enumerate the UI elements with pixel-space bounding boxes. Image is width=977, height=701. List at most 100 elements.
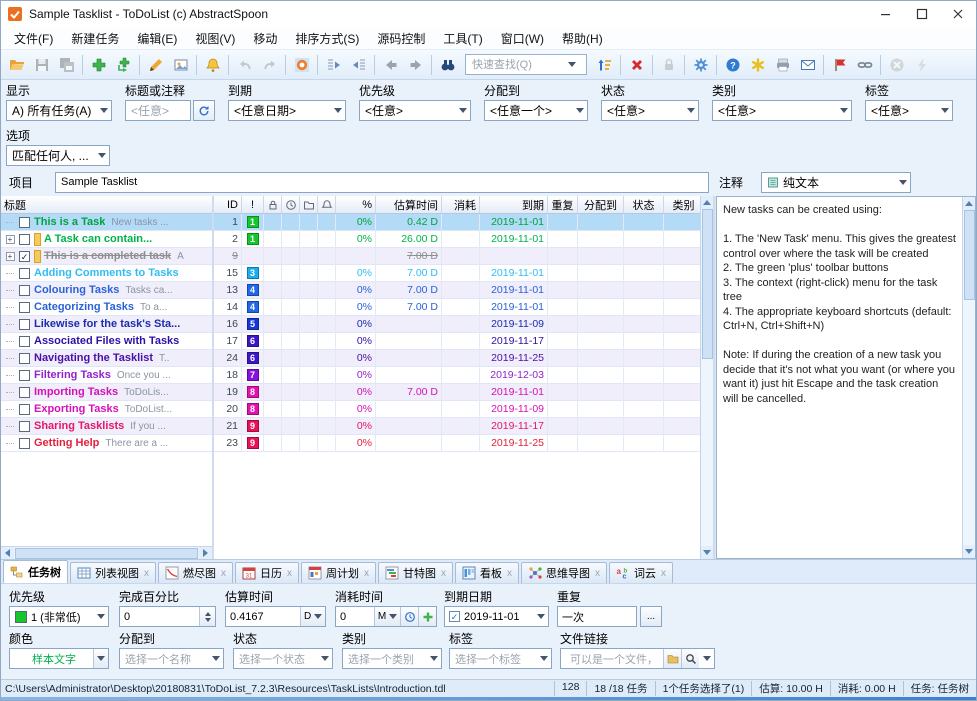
task-grid-row[interactable]: 1340%7.00 D2019-11-01 xyxy=(214,282,713,299)
category-combo[interactable]: 选择一个类别 xyxy=(342,648,442,669)
quick-find-input[interactable] xyxy=(470,58,564,72)
task-grid-row[interactable]: 210%26.00 D2019-11-01 xyxy=(214,231,713,248)
task-tree-row[interactable]: This is a TaskNew tasks ... xyxy=(1,214,212,231)
task-tree-row[interactable]: Sharing TasklistsIf you ... xyxy=(1,418,212,435)
task-checkbox[interactable] xyxy=(19,438,30,449)
task-tree-row[interactable]: Getting HelpThere are a ... xyxy=(1,435,212,452)
view-tab[interactable]: 任务树 xyxy=(3,560,68,583)
percent-spinner[interactable] xyxy=(199,607,215,626)
task-tree-row[interactable]: Adding Comments to Tasks xyxy=(1,265,212,282)
task-tree-row[interactable]: Likewise for the task's Sta... xyxy=(1,316,212,333)
quick-find-combo[interactable] xyxy=(465,54,587,75)
view-tab[interactable]: 思维导图x xyxy=(521,562,607,583)
column-header-pri[interactable]: ! xyxy=(242,196,264,213)
task-checkbox[interactable] xyxy=(19,285,30,296)
spent-input[interactable]: 0 M xyxy=(335,606,437,627)
tab-close-icon[interactable]: x xyxy=(441,568,446,579)
scroll-up-icon[interactable] xyxy=(701,196,714,209)
tab-close-icon[interactable]: x xyxy=(144,568,149,579)
comments-format-combo[interactable]: 纯文本 xyxy=(761,172,911,193)
tab-close-icon[interactable]: x xyxy=(364,568,369,579)
grid-vertical-scrollbar[interactable] xyxy=(700,196,713,559)
task-grid-row[interactable]: 1870%2019-12-03 xyxy=(214,367,713,384)
view-tab[interactable]: 31日历x xyxy=(235,562,299,583)
task-checkbox[interactable] xyxy=(19,387,30,398)
task-checkbox[interactable] xyxy=(19,370,30,381)
tab-close-icon[interactable]: x xyxy=(221,568,226,579)
task-tree-row[interactable]: Exporting TasksToDoList... xyxy=(1,401,212,418)
status-combo[interactable]: 选择一个状态 xyxy=(233,648,333,669)
column-header-icon_folder[interactable] xyxy=(300,196,318,213)
comments-scrollbar[interactable] xyxy=(962,197,975,558)
task-tree-row[interactable]: Categorizing TasksTo a... xyxy=(1,299,212,316)
percent-input[interactable]: 0 xyxy=(119,606,216,627)
column-header-est[interactable]: 估算时间 xyxy=(376,196,442,213)
filter-combo[interactable]: <任意> xyxy=(601,100,699,121)
task-grid-row[interactable]: 2460%2019-11-25 xyxy=(214,350,713,367)
scroll-thumb[interactable] xyxy=(15,548,198,559)
menu-item[interactable]: 移动 xyxy=(244,28,286,49)
column-header-id[interactable]: ID xyxy=(214,196,242,213)
filter-combo[interactable]: <任意一个> xyxy=(484,100,588,121)
refresh-button[interactable] xyxy=(193,100,215,121)
menu-item[interactable]: 窗口(W) xyxy=(492,28,553,49)
task-checkbox[interactable] xyxy=(19,353,30,364)
view-tab[interactable]: 周计划x xyxy=(301,562,376,583)
task-grid-row[interactable]: 97.00 D xyxy=(214,248,713,265)
report-issue-button[interactable] xyxy=(827,53,852,77)
tab-close-icon[interactable]: x xyxy=(507,568,512,579)
scroll-left-icon[interactable] xyxy=(1,547,14,560)
task-checkbox[interactable] xyxy=(19,217,30,228)
edit-task-button[interactable] xyxy=(143,53,168,77)
column-header-assign[interactable]: 分配到 xyxy=(578,196,624,213)
new-task-button[interactable] xyxy=(86,53,111,77)
task-grid-row[interactable]: 1440%7.00 D2019-11-01 xyxy=(214,299,713,316)
set-reminder-button[interactable] xyxy=(200,53,225,77)
filter-combo[interactable]: <任意日期> xyxy=(228,100,346,121)
menu-item[interactable]: 排序方式(S) xyxy=(286,28,368,49)
task-grid-row[interactable]: 2390%2019-11-25 xyxy=(214,435,713,452)
estimate-unit-button[interactable]: D xyxy=(300,607,325,626)
project-input[interactable] xyxy=(55,172,709,193)
recurrence-options-button[interactable]: ... xyxy=(640,606,662,627)
task-tree-row[interactable]: Associated Files with Tasks xyxy=(1,333,212,350)
task-checkbox[interactable] xyxy=(19,268,30,279)
scroll-right-icon[interactable] xyxy=(199,547,212,560)
assigned-combo[interactable]: 选择一个名称 xyxy=(119,648,224,669)
scroll-thumb[interactable] xyxy=(964,210,975,300)
scroll-thumb[interactable] xyxy=(702,209,713,359)
tab-close-icon[interactable]: x xyxy=(661,568,666,579)
task-grid-row[interactable]: 2190%2019-11-17 xyxy=(214,418,713,435)
find-tasks-button[interactable] xyxy=(435,53,460,77)
comments-text[interactable]: New tasks can be created using: 1. The '… xyxy=(717,197,962,558)
outdent-task-button[interactable] xyxy=(346,53,371,77)
task-tree-row[interactable]: Navigating the TasklistT.. xyxy=(1,350,212,367)
due-date-input[interactable]: ✓ 2019-11-01 xyxy=(444,606,549,627)
help-button[interactable]: ? xyxy=(720,53,745,77)
color-combo[interactable]: 样本文字 xyxy=(9,648,109,669)
column-header-due[interactable]: 到期 xyxy=(480,196,548,213)
menu-item[interactable]: 视图(V) xyxy=(186,28,244,49)
task-grid-row[interactable]: 110%0.42 D2019-11-01 xyxy=(214,214,713,231)
tree-expand-icon[interactable]: + xyxy=(1,235,19,244)
task-checkbox[interactable] xyxy=(19,234,30,245)
view-tab[interactable]: 燃尽图x xyxy=(158,562,233,583)
priority-combo[interactable]: 1 (非常低) xyxy=(9,606,109,627)
task-checkbox[interactable] xyxy=(19,319,30,330)
sort-button[interactable] xyxy=(592,53,617,77)
scroll-down-icon[interactable] xyxy=(963,545,976,558)
column-header-recur[interactable]: 重复 xyxy=(548,196,578,213)
column-header-icon_clock[interactable] xyxy=(282,196,300,213)
view-tab[interactable]: acb词云x xyxy=(609,562,673,583)
column-header-pct[interactable]: % xyxy=(336,196,376,213)
column-header-cat[interactable]: 类别 xyxy=(664,196,704,213)
due-date-checkbox[interactable]: ✓ xyxy=(449,611,460,622)
task-grid-row[interactable]: 2080%2019-11-09 xyxy=(214,401,713,418)
task-tree-row[interactable]: Colouring TasksTasks ca... xyxy=(1,282,212,299)
spent-unit-button[interactable]: M xyxy=(374,607,400,626)
task-tree-row[interactable]: Importing TasksToDoLis... xyxy=(1,384,212,401)
minimize-button[interactable] xyxy=(868,1,904,27)
view-tab[interactable]: 列表视图x xyxy=(70,562,156,583)
time-track-button[interactable] xyxy=(400,607,418,626)
task-checkbox[interactable]: ✓ xyxy=(19,251,30,262)
